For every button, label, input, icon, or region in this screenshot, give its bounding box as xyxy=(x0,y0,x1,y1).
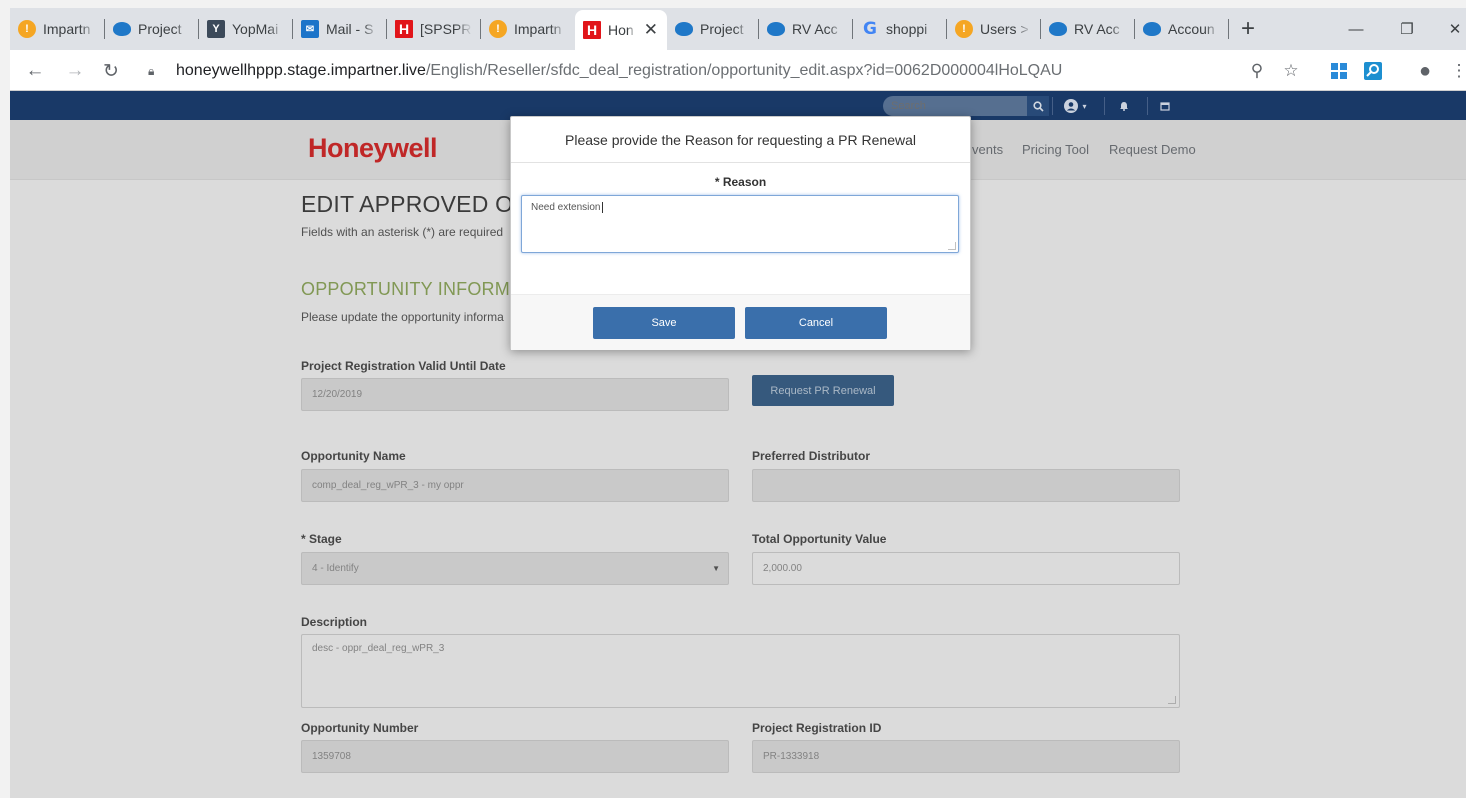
pr-renewal-dialog: Please provide the Reason for requesting… xyxy=(510,116,971,350)
zoom-icon[interactable]: ⚲ xyxy=(1244,58,1270,84)
resize-grip-icon[interactable] xyxy=(948,242,956,250)
search-extension-icon[interactable] xyxy=(1360,58,1386,84)
impartner-icon: ! xyxy=(955,20,973,38)
mail-icon: ✉ xyxy=(301,20,319,38)
new-tab-button[interactable]: + xyxy=(1229,8,1267,50)
honeywell-icon: H xyxy=(583,21,601,39)
browser-tab[interactable]: Project xyxy=(105,8,199,50)
browser-tab[interactable]: H [SPSPR xyxy=(387,8,481,50)
browser-tab[interactable]: Accoun xyxy=(1135,8,1229,50)
address-bar[interactable]: 🔒︎ honeywellhppp.stage.impartner.live/En… xyxy=(140,56,1235,86)
browser-tab[interactable]: ! Users > xyxy=(947,8,1041,50)
page-content: ▾ Honeywell vents Pricing Tool Request D… xyxy=(10,91,1466,798)
dialog-title: Please provide the Reason for requesting… xyxy=(511,117,970,163)
browser-tab[interactable]: ✉ Mail - S xyxy=(293,8,387,50)
profile-icon[interactable]: ● xyxy=(1412,58,1438,84)
bookmark-star-icon[interactable]: ☆ xyxy=(1278,58,1304,84)
back-icon[interactable]: ← xyxy=(22,58,48,84)
reload-icon[interactable]: ↻ xyxy=(98,58,124,84)
windows-extension-icon[interactable] xyxy=(1326,58,1352,84)
honeywell-icon: H xyxy=(395,20,413,38)
browser-toolbar: ← → ↻ 🔒︎ honeywellhppp.stage.impartner.l… xyxy=(10,50,1466,91)
minimize-icon[interactable]: — xyxy=(1333,8,1379,50)
lock-icon: 🔒︎ xyxy=(148,63,155,78)
close-tab-icon[interactable]: ✕ xyxy=(644,20,658,40)
browser-tab-strip: ! Impartn Project Y YopMai ✉ Mail - S H … xyxy=(10,8,1466,50)
browser-tab[interactable]: G shoppi xyxy=(853,8,947,50)
save-button[interactable]: Save xyxy=(593,307,735,339)
browser-tab[interactable]: RV Acc xyxy=(759,8,853,50)
browser-tab[interactable]: Project xyxy=(667,8,759,50)
browser-tab[interactable]: ! Impartn xyxy=(10,8,105,50)
yopmail-icon: Y xyxy=(207,20,225,38)
salesforce-icon xyxy=(1049,22,1067,36)
menu-dots-icon[interactable]: ⋮ xyxy=(1446,58,1466,84)
google-icon: G xyxy=(863,19,877,39)
reason-text: Need extension xyxy=(531,202,601,213)
close-window-icon[interactable]: ✕ xyxy=(1432,8,1466,50)
browser-tab[interactable]: ! Impartn xyxy=(481,8,575,50)
salesforce-icon xyxy=(767,22,785,36)
impartner-icon: ! xyxy=(489,20,507,38)
salesforce-icon xyxy=(675,22,693,36)
browser-tab[interactable]: RV Acc xyxy=(1041,8,1135,50)
browser-tab[interactable]: Y YopMai xyxy=(199,8,293,50)
dialog-footer: Save Cancel xyxy=(511,294,970,350)
impartner-icon: ! xyxy=(18,20,36,38)
browser-tab-active[interactable]: H Hon ✕ xyxy=(575,10,667,50)
forward-icon[interactable]: → xyxy=(62,58,88,84)
salesforce-icon xyxy=(113,22,131,36)
reason-label: * Reason xyxy=(714,175,767,189)
reason-textarea[interactable]: Need extension xyxy=(521,195,959,253)
cancel-button[interactable]: Cancel xyxy=(745,307,887,339)
restore-icon[interactable]: ❐ xyxy=(1384,8,1430,50)
salesforce-icon xyxy=(1143,22,1161,36)
